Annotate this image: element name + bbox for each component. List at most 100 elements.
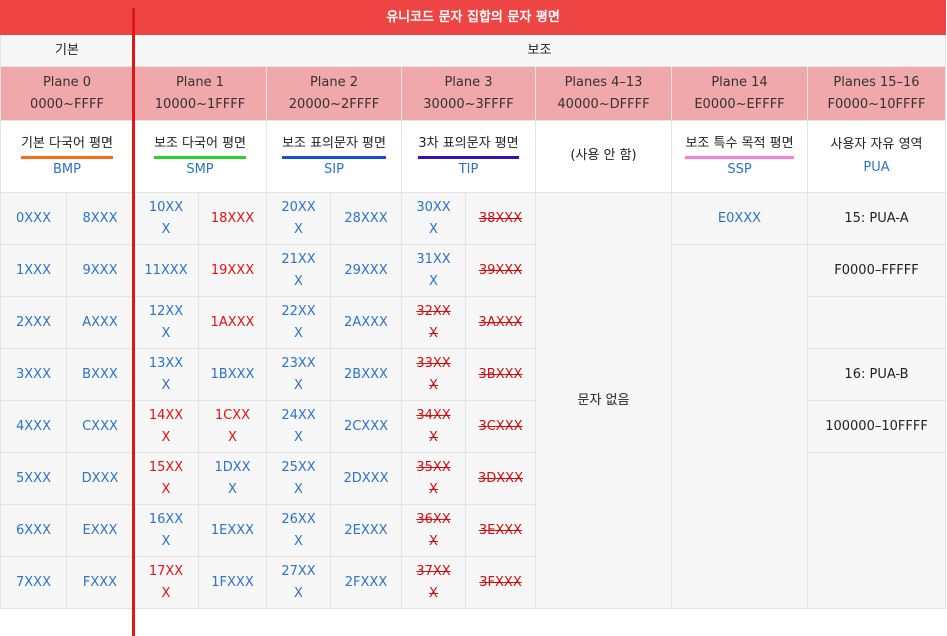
plane3-block[interactable]: 37XX X xyxy=(401,556,466,609)
block-code[interactable]: 29XXX xyxy=(344,263,387,278)
block-code[interactable]: 34XX X xyxy=(416,408,450,445)
plane0-block[interactable]: BXXX xyxy=(66,348,134,401)
block-code[interactable]: 24XX X xyxy=(281,408,315,445)
block-code[interactable]: 3FXXX xyxy=(479,575,521,590)
block-code[interactable]: 1BXXX xyxy=(211,367,255,382)
plane0-block[interactable]: 2XXX xyxy=(0,296,67,349)
block-code[interactable]: 2FXXX xyxy=(345,575,387,590)
block-code[interactable]: 1AXXX xyxy=(211,315,255,330)
block-code[interactable]: 39XXX xyxy=(479,263,522,278)
plane0-block[interactable]: 7XXX xyxy=(0,556,67,609)
block-code[interactable]: 7XXX xyxy=(16,575,51,590)
plane3-block[interactable]: 30XX X xyxy=(401,192,466,245)
block-code[interactable]: 3EXXX xyxy=(479,523,522,538)
plane2-block[interactable]: 27XX X xyxy=(266,556,331,609)
block-code[interactable]: 1XXX xyxy=(16,263,51,278)
block-code[interactable]: 21XX X xyxy=(281,252,315,289)
block-code[interactable]: 3BXXX xyxy=(479,367,523,382)
block-code[interactable]: 1CXX X xyxy=(215,408,250,445)
plane2-block[interactable]: 29XXX xyxy=(330,244,402,297)
plane1-block[interactable]: 1FXXX xyxy=(198,556,267,609)
block-code[interactable]: 31XX X xyxy=(416,252,450,289)
block-code[interactable]: 19XXX xyxy=(211,263,254,278)
plane3-block[interactable]: 32XX X xyxy=(401,296,466,349)
plane1-block[interactable]: 1AXXX xyxy=(198,296,267,349)
plane2-block[interactable]: 22XX X xyxy=(266,296,331,349)
plane14-block[interactable]: E0XXX xyxy=(671,192,808,245)
block-code[interactable]: 6XXX xyxy=(16,523,51,538)
block-code[interactable]: 2BXXX xyxy=(344,367,388,382)
block-code[interactable]: 1FXXX xyxy=(211,575,253,590)
block-code[interactable]: 3DXXX xyxy=(478,471,523,486)
plane2-block[interactable]: 2FXXX xyxy=(330,556,402,609)
plane1-block[interactable]: 1BXXX xyxy=(198,348,267,401)
plane0-block[interactable]: 5XXX xyxy=(0,452,67,505)
plane3-block[interactable]: 34XX X xyxy=(401,400,466,453)
plane1-block[interactable]: 1DXX X xyxy=(198,452,267,505)
block-code[interactable]: 10XX X xyxy=(149,200,183,237)
block-code[interactable]: 9XXX xyxy=(83,263,118,278)
block-code[interactable]: 1EXXX xyxy=(211,523,254,538)
plane1-block[interactable]: 17XX X xyxy=(133,556,199,609)
plane0-block[interactable]: 3XXX xyxy=(0,348,67,401)
plane3-block[interactable]: 3FXXX xyxy=(465,556,536,609)
plane2-block[interactable]: 2DXXX xyxy=(330,452,402,505)
block-code[interactable]: 0XXX xyxy=(16,211,51,226)
block-code[interactable]: 32XX X xyxy=(416,304,450,341)
plane3-block[interactable]: 35XX X xyxy=(401,452,466,505)
block-code[interactable]: 15XX X xyxy=(149,460,183,497)
block-code[interactable]: 2CXXX xyxy=(344,419,388,434)
plane2-block[interactable]: 2CXXX xyxy=(330,400,402,453)
block-code[interactable]: 3CXXX xyxy=(478,419,522,434)
plane3-block[interactable]: 31XX X xyxy=(401,244,466,297)
plane3-block[interactable]: 36XX X xyxy=(401,504,466,557)
plane3-block[interactable]: 3CXXX xyxy=(465,400,536,453)
plane1-block[interactable]: 14XX X xyxy=(133,400,199,453)
block-code[interactable]: AXXX xyxy=(82,315,118,330)
plane0-block[interactable]: 6XXX xyxy=(0,504,67,557)
plane0-block[interactable]: 9XXX xyxy=(66,244,134,297)
block-code[interactable]: 4XXX xyxy=(16,419,51,434)
block-code[interactable]: EXXX xyxy=(83,523,118,538)
block-code[interactable]: 35XX X xyxy=(416,460,450,497)
plane3-block[interactable]: 38XXX xyxy=(465,192,536,245)
plane3-block[interactable]: 39XXX xyxy=(465,244,536,297)
plane0-block[interactable]: 0XXX xyxy=(0,192,67,245)
block-code[interactable]: 3XXX xyxy=(16,367,51,382)
block-code[interactable]: DXXX xyxy=(82,471,119,486)
block-code[interactable]: 25XX X xyxy=(281,460,315,497)
block-code[interactable]: 37XX X xyxy=(416,564,450,601)
plane2-block[interactable]: 21XX X xyxy=(266,244,331,297)
plane0-block[interactable]: EXXX xyxy=(66,504,134,557)
plane0-block[interactable]: 8XXX xyxy=(66,192,134,245)
block-code[interactable]: 23XX X xyxy=(281,356,315,393)
block-code[interactable]: 1DXX X xyxy=(214,460,250,497)
plane1-block[interactable]: 13XX X xyxy=(133,348,199,401)
block-code[interactable]: 8XXX xyxy=(83,211,118,226)
plane0-block[interactable]: FXXX xyxy=(66,556,134,609)
plane1-block[interactable]: 1EXXX xyxy=(198,504,267,557)
block-code[interactable]: 17XX X xyxy=(149,564,183,601)
block-code[interactable]: 12XX X xyxy=(149,304,183,341)
plane1-block[interactable]: 19XXX xyxy=(198,244,267,297)
block-code[interactable]: FXXX xyxy=(83,575,117,590)
plane3-block[interactable]: 3DXXX xyxy=(465,452,536,505)
plane1-block[interactable]: 18XXX xyxy=(198,192,267,245)
block-code[interactable]: 5XXX xyxy=(16,471,51,486)
plane0-block[interactable]: AXXX xyxy=(66,296,134,349)
block-code[interactable]: 2EXXX xyxy=(344,523,387,538)
block-code[interactable]: 14XX X xyxy=(149,408,183,445)
block-code[interactable]: 36XX X xyxy=(416,512,450,549)
block-code[interactable]: 2AXXX xyxy=(344,315,388,330)
block-code[interactable]: CXXX xyxy=(82,419,118,434)
plane1-block[interactable]: 16XX X xyxy=(133,504,199,557)
block-code[interactable]: 2XXX xyxy=(16,315,51,330)
plane2-block[interactable]: 24XX X xyxy=(266,400,331,453)
plane1-block[interactable]: 11XXX xyxy=(133,244,199,297)
block-code[interactable]: 13XX X xyxy=(149,356,183,393)
plane2-block[interactable]: 2EXXX xyxy=(330,504,402,557)
plane3-block[interactable]: 3BXXX xyxy=(465,348,536,401)
block-code[interactable]: 22XX X xyxy=(281,304,315,341)
block-code[interactable]: 2DXXX xyxy=(344,471,389,486)
plane3-block[interactable]: 33XX X xyxy=(401,348,466,401)
